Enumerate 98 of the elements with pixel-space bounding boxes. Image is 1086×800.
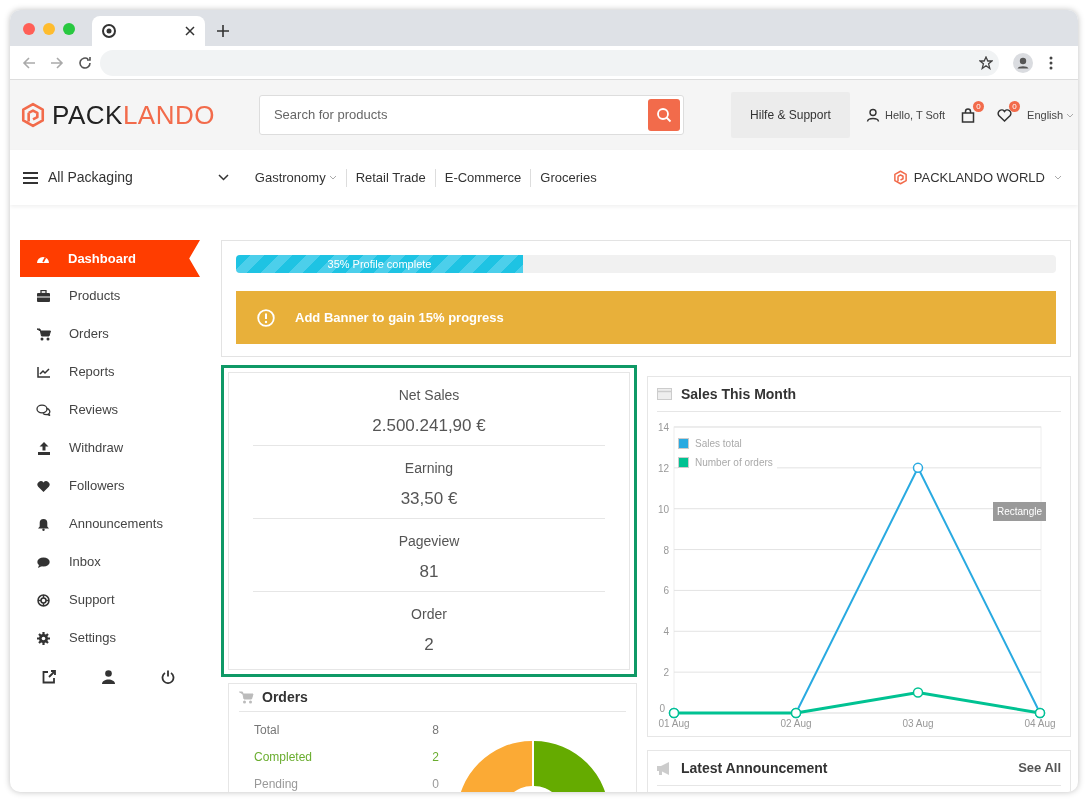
profile-avatar-icon[interactable] — [1013, 52, 1033, 73]
card-title: Orders — [262, 688, 308, 707]
y-axis-label: 10 — [657, 503, 669, 515]
alert-message: Add Banner to gain 15% progress — [295, 308, 504, 327]
y-axis-label: 6 — [663, 585, 669, 597]
chat-bubbles-icon — [36, 404, 51, 416]
y-axis-label: 2 — [663, 667, 669, 679]
nav-link[interactable]: E-Commerce — [444, 167, 522, 188]
more-menu-icon[interactable] — [1049, 55, 1053, 70]
x-axis-label: 02 Aug — [780, 718, 812, 729]
stat-value: 81 — [419, 561, 439, 583]
close-icon[interactable] — [185, 26, 195, 36]
star-icon[interactable] — [979, 55, 993, 70]
stat-value: 2.500.241,90 € — [372, 415, 486, 437]
sidebar-item[interactable]: Inbox — [20, 543, 200, 581]
cart-icon — [239, 691, 254, 704]
external-link-icon[interactable] — [42, 670, 56, 684]
sidebar-item[interactable]: Reports — [20, 353, 200, 391]
heart-icon[interactable] — [997, 108, 1013, 122]
stat-value: 2 — [424, 634, 434, 656]
support-button[interactable]: Hilfe & Support — [730, 92, 850, 138]
order-status-label: Pending — [254, 775, 299, 792]
order-status-label: Completed — [254, 748, 313, 766]
x-axis-label: 03 Aug — [902, 718, 934, 729]
power-icon[interactable] — [161, 670, 175, 684]
stat-label: Earning — [404, 459, 454, 477]
nav-link[interactable]: Gastronomy — [254, 167, 337, 188]
nav-link[interactable]: Retail Trade — [355, 167, 426, 188]
bell-icon — [38, 517, 49, 531]
upload-icon — [37, 441, 50, 455]
sidebar-item[interactable]: Withdraw — [20, 429, 200, 467]
heart-icon — [37, 480, 50, 492]
data-point — [912, 462, 924, 474]
wishlist-count-badge: 0 — [1009, 101, 1021, 112]
sidebar-item[interactable]: Dashboard — [20, 240, 200, 277]
browser-tab[interactable] — [92, 16, 205, 46]
stat-value: 33,50 € — [400, 488, 458, 510]
progress-label: 35% Profile complete — [327, 256, 432, 272]
packlando-world-link[interactable]: PACKLANDO WORLD — [892, 167, 1062, 188]
data-point — [912, 687, 924, 698]
y-axis-label: 12 — [657, 462, 669, 474]
stat-label: Pageview — [398, 532, 460, 550]
stat-label: Net Sales — [398, 386, 460, 404]
hover-label: Rectangle — [993, 502, 1047, 521]
chevron-down-icon[interactable] — [217, 174, 229, 181]
language-selector[interactable]: English — [1027, 106, 1075, 124]
order-count: 8 — [432, 721, 439, 739]
all-packaging-menu[interactable]: All Packaging — [23, 167, 133, 188]
cart-icon — [36, 327, 51, 341]
shopping-bag-icon[interactable] — [961, 107, 976, 123]
legend-label: Number of orders — [695, 456, 773, 470]
logo-icon — [892, 170, 908, 185]
legend-label: Sales total — [695, 437, 742, 451]
sidebar-item[interactable]: Followers — [20, 467, 200, 505]
speech-bubble-icon — [37, 556, 50, 568]
user-icon — [865, 108, 880, 122]
card-icon — [657, 388, 672, 400]
order-count: 2 — [432, 748, 439, 766]
y-axis-label: 0 — [659, 703, 665, 714]
search-field[interactable]: Search for products — [273, 105, 624, 125]
sidebar-item[interactable]: Announcements — [20, 505, 200, 543]
settings-icon — [37, 631, 50, 645]
warning-icon — [257, 308, 275, 327]
search-button[interactable] — [647, 99, 680, 131]
sidebar-item[interactable]: Orders — [20, 315, 200, 353]
nav-link[interactable]: Groceries — [540, 167, 597, 188]
y-axis-label: 8 — [663, 544, 669, 556]
reload-icon[interactable] — [78, 55, 92, 70]
sidebar-item[interactable]: Products — [20, 277, 200, 315]
card-title: Latest Announcement — [681, 758, 828, 778]
briefcase-icon — [37, 290, 50, 302]
logo-text: PACKLANDO — [52, 102, 215, 128]
user-account-link[interactable]: Hello, T Soft — [865, 106, 946, 124]
user-icon[interactable] — [102, 670, 115, 684]
y-axis-label: 4 — [663, 626, 669, 638]
life-ring-icon — [37, 593, 50, 607]
caret-icon — [1054, 175, 1062, 180]
card-title: Sales This Month — [681, 384, 797, 404]
megaphone-icon — [657, 761, 672, 775]
x-axis-label: 04 Aug — [1024, 718, 1056, 729]
y-axis-label: 14 — [657, 422, 669, 433]
logo-icon — [20, 102, 46, 128]
new-tab-icon[interactable] — [217, 25, 229, 37]
see-all-link[interactable]: See All — [1018, 758, 1061, 778]
search-icon — [655, 107, 672, 123]
stat-label: Order — [411, 605, 447, 623]
sidebar-item[interactable]: Settings — [20, 619, 200, 657]
line-chart-icon — [37, 366, 50, 378]
caret-icon — [1066, 112, 1075, 118]
menu-icon — [23, 171, 38, 184]
cart-count-badge: 0 — [973, 101, 985, 112]
order-count: 0 — [432, 775, 439, 792]
search-bar[interactable]: Search for products — [258, 95, 684, 135]
sidebar-item[interactable]: Support — [20, 581, 200, 619]
sidebar-item[interactable]: Reviews — [20, 391, 200, 429]
order-status-label: Total — [254, 721, 280, 739]
browser-logo-icon — [102, 24, 116, 38]
x-axis-label: 01 Aug — [658, 718, 690, 729]
